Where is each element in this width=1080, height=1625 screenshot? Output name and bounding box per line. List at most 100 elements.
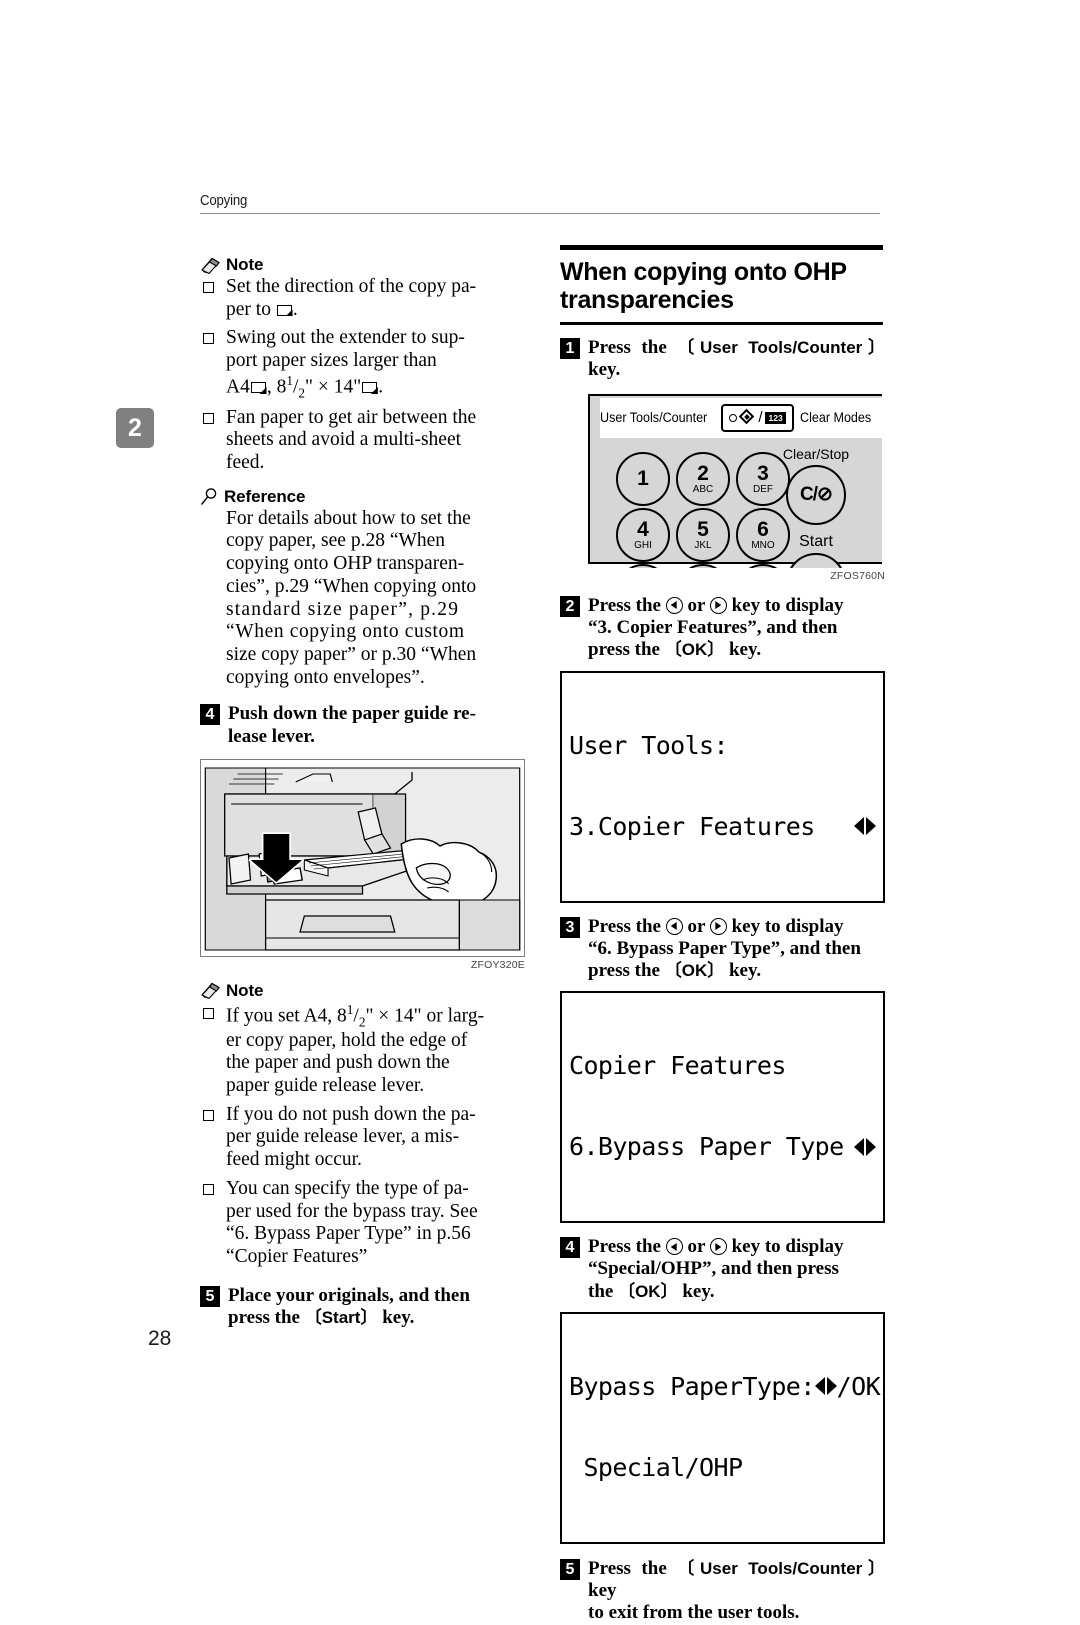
running-header: Copying: [200, 192, 880, 214]
step-text: key.: [724, 960, 762, 982]
step-5-right: 5 Press the 〔User Tools/Counter〕 key to …: [560, 1558, 885, 1625]
lcd-line-1: Copier Features: [569, 1051, 786, 1081]
step-text: key.: [677, 1280, 715, 1302]
step-text: the: [588, 1280, 619, 1302]
note-label-text: Note: [226, 255, 264, 274]
step-text: or: [682, 1236, 710, 1258]
list-item: If you set A4, 81/2" × 14" or larg- er c…: [200, 1002, 525, 1098]
step-text: lease lever.: [228, 725, 315, 747]
step-text: press the: [588, 639, 665, 661]
page-title-line1: When copying onto OHP: [560, 258, 847, 286]
chapter-tab: 2: [116, 408, 154, 448]
lcd-row: 6.Bypass Paper Type: [569, 1133, 876, 1160]
user-tools-diamond-icon: [740, 410, 755, 425]
note-text: paper guide release lever.: [226, 1075, 425, 1097]
step-number-badge: 5: [560, 1558, 580, 1580]
lcd-line-1-post: /OK: [836, 1371, 881, 1401]
reference-line: standard size paper”, p.29: [226, 598, 460, 620]
landscape-sheet-icon: [276, 304, 292, 316]
note-text: , 8: [266, 376, 287, 398]
right-column: When copying onto OHP transparencies 1 P…: [560, 245, 885, 1625]
pencil-note-icon: [200, 257, 221, 274]
step-text: key: [588, 1580, 617, 1602]
keypad-letters: JKL: [694, 539, 712, 551]
step-2-right: 2 Press the or key to display “3. Copier…: [560, 595, 885, 662]
lcd-line-1: User Tools:: [569, 730, 729, 760]
clear-stop-label: Clear/Stop: [782, 445, 850, 462]
left-arrow-key-icon: [665, 917, 683, 935]
keypad-key[interactable]: 5 JKL: [676, 507, 730, 562]
list-item: Swing out the extender to sup- port pape…: [200, 327, 525, 400]
clear-stop-glyph: C/⊘: [800, 484, 833, 506]
step-text: Place your originals, and then: [228, 1284, 470, 1306]
left-arrow-key-icon: [665, 596, 683, 614]
note-text: port paper sizes larger than: [226, 350, 437, 372]
note-text: feed.: [226, 452, 265, 474]
note-label-top: Note: [200, 255, 525, 275]
note-text: .: [292, 298, 298, 320]
keypad-key[interactable]: 1: [616, 451, 670, 506]
clear-stop-key[interactable]: C/⊘: [786, 464, 846, 525]
lcd-line-2: 6.Bypass Paper Type: [569, 1132, 844, 1162]
start-label: Start: [799, 532, 833, 550]
step-text: press the: [228, 1306, 305, 1328]
note-text: " × 14": [305, 376, 362, 398]
step-number-badge: 4: [200, 704, 220, 726]
reference-body: For details about how to set the copy pa…: [200, 508, 525, 690]
keycap-label: User Tools/Counter: [700, 1558, 863, 1578]
machine-illustration: [201, 759, 524, 956]
note-text: the paper and push down the: [226, 1052, 450, 1074]
step-3-right: 3 Press the or key to display “6. Bypass…: [560, 916, 885, 983]
note-text: “Copier Features”: [226, 1246, 368, 1267]
note-text: Set the direction of the copy pa-: [226, 276, 477, 297]
landscape-sheet-icon: [362, 382, 378, 394]
reference-line: “When copying onto custom: [226, 621, 465, 643]
right-arrow-key-icon: [709, 1238, 727, 1256]
figure-edge-mask: [882, 389, 885, 568]
keypad-key[interactable]: 7: [616, 563, 670, 568]
start-key[interactable]: [786, 552, 846, 568]
lcd-row: 3.Copier Features: [569, 813, 876, 840]
step-text: Press the: [588, 915, 666, 937]
right-arrow-key-icon: [709, 917, 727, 935]
keypad-key[interactable]: 8: [676, 563, 730, 568]
keypad-key[interactable]: 4 GHI: [616, 507, 670, 562]
keypad-letters: ABC: [692, 483, 714, 495]
list-item: Fan paper to get air between the sheets …: [200, 407, 525, 475]
step-text: “3. Copier Features”, and then: [588, 617, 838, 639]
step-4-right: 4 Press the or key to display “Special/O…: [560, 1236, 885, 1303]
slash-separator: /: [758, 409, 763, 427]
magnifier-reference-icon: [200, 487, 219, 506]
lcd-row: Bypass PaperType: /OK: [569, 1373, 881, 1400]
control-panel-right-keys: Clear/Stop C/⊘ Start: [761, 446, 871, 568]
figure-frame: User Tools/Counter / 123 Clear Modes 1 2…: [570, 389, 885, 568]
note-text: A4: [226, 376, 250, 398]
keypad-key[interactable]: 2 ABC: [676, 451, 730, 506]
left-right-arrows-icon: [854, 815, 876, 837]
counter-123-icon: 123: [765, 411, 786, 425]
keycap-label: OK: [635, 1281, 661, 1301]
step-text: “6. Bypass Paper Type”, and then: [588, 937, 861, 959]
note-text: Fan paper to get air between the: [226, 406, 477, 428]
list-item: If you do not push down the pa- per guid…: [200, 1104, 525, 1172]
lcd-row: Copier Features: [569, 1052, 876, 1079]
note-text: per guide release lever, a mis-: [226, 1126, 460, 1148]
step-1-right: 1 Press the 〔User Tools/Counter〕 key.: [560, 337, 885, 381]
reference-label: Reference: [200, 487, 525, 507]
ok-keycap: 〔OK〕: [618, 1281, 678, 1301]
left-arrow-key-icon: [665, 1238, 683, 1256]
user-tools-counter-key[interactable]: / 123: [721, 403, 794, 432]
step-text: to exit from the user tools.: [588, 1602, 800, 1624]
note-text: Swing out the extender to sup-: [226, 327, 465, 349]
note-text: sheets and avoid a multi-sheet: [226, 429, 462, 451]
figure-caption: ZFOY320E: [470, 958, 525, 971]
note-text: You can specify the type of pa-: [226, 1177, 469, 1199]
page-number: 28: [148, 1327, 172, 1350]
figure-frame: [200, 758, 525, 957]
note-text: If you do not push down the pa-: [226, 1103, 476, 1125]
step-number-badge: 2: [560, 595, 580, 617]
step-5-left: 5 Place your originals, and then press t…: [200, 1285, 525, 1329]
reference-line: For details about how to set the: [226, 507, 471, 529]
lcd-line-2: 3.Copier Features: [569, 811, 815, 841]
step-number-badge: 4: [560, 1237, 580, 1259]
